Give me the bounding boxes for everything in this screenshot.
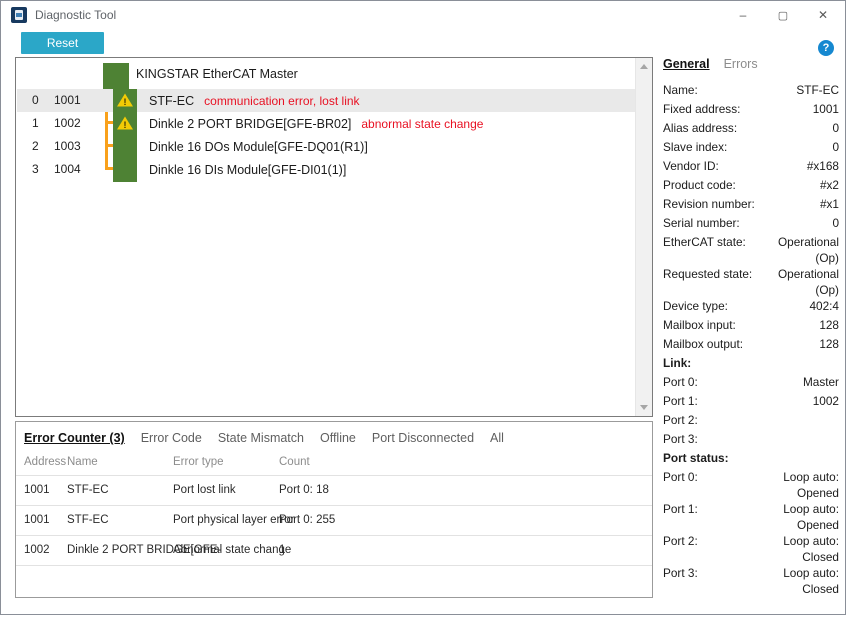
detail-row-revision-number: Revision number:#x1 <box>663 197 839 216</box>
maximize-button[interactable]: ▢ <box>763 1 803 29</box>
node-label: Dinkle 16 DIs Module[GFE-DI01(1)] <box>149 163 346 177</box>
column-header-count: Count <box>279 449 310 475</box>
cell-error-type: Abnormal state change <box>173 536 291 565</box>
tab-port-disconnected[interactable]: Port Disconnected <box>372 431 474 445</box>
tree-row-stf-ec[interactable]: 0 1001 ! STF-EC communication error, los… <box>17 89 635 112</box>
scrollbar-up-icon[interactable] <box>640 64 648 69</box>
master-node-icon <box>103 63 129 89</box>
detail-row-alias-address: Alias address:0 <box>663 121 839 140</box>
minimize-button[interactable]: – <box>723 1 763 29</box>
cell-name: STF-EC <box>67 476 109 505</box>
detail-row-mailbox-input: Mailbox input:128 <box>663 318 839 337</box>
cell-error-type: Port physical layer error <box>173 506 294 535</box>
device-node-icon: ! <box>113 89 137 113</box>
cell-name: STF-EC <box>67 506 109 535</box>
table-row[interactable]: 1001 STF-EC Port lost link Port 0: 18 <box>16 475 652 505</box>
tree-row-bridge[interactable]: 1 1002 ! Dinkle 2 PORT BRIDGE[GFE-BR02] … <box>17 112 635 135</box>
detail-row-ethercat-state: EtherCAT state:Operational (Op) <box>663 235 839 267</box>
cell-count: 1 <box>279 536 285 565</box>
detail-fields: Name:STF-EC Fixed address:1001 Alias add… <box>663 83 839 598</box>
detail-row-device-type: Device type:402:4 <box>663 299 839 318</box>
detail-row-link-port2: Port 2: <box>663 413 839 432</box>
tab-errors[interactable]: Errors <box>724 57 758 71</box>
tab-error-counter[interactable]: Error Counter (3) <box>24 431 125 445</box>
help-icon[interactable]: ? <box>818 40 834 56</box>
device-node-icon <box>113 135 137 159</box>
tab-general[interactable]: General <box>663 57 710 71</box>
tab-state-mismatch[interactable]: State Mismatch <box>218 431 304 445</box>
detail-row-vendor-id: Vendor ID:#x168 <box>663 159 839 178</box>
column-header-address: Address <box>24 449 66 475</box>
detail-row-link-port3: Port 3: <box>663 432 839 451</box>
device-tree: KINGSTAR EtherCAT Master 0 1001 ! STF-EC… <box>16 58 635 416</box>
node-index: 0 <box>32 89 39 112</box>
detail-row-link-port0: Port 0:Master <box>663 375 839 394</box>
details-tabs: General Errors <box>663 57 839 71</box>
node-label: Dinkle 2 PORT BRIDGE[GFE-BR02] <box>149 117 351 131</box>
error-panel: Error Counter (3) Error Code State Misma… <box>15 421 653 598</box>
node-label: Dinkle 16 DOs Module[GFE-DQ01(R1)] <box>149 140 368 154</box>
detail-row-fixed-address: Fixed address:1001 <box>663 102 839 121</box>
error-tabs: Error Counter (3) Error Code State Misma… <box>24 431 652 445</box>
column-header-name: Name <box>67 449 98 475</box>
detail-row-mailbox-output: Mailbox output:128 <box>663 337 839 356</box>
warning-exclamation: ! <box>124 97 127 107</box>
detail-row-status-port2: Port 2:Loop auto: Closed <box>663 534 839 566</box>
node-address: 1001 <box>54 89 81 112</box>
cell-error-type: Port lost link <box>173 476 236 505</box>
window-title: Diagnostic Tool <box>35 1 116 29</box>
node-address: 1004 <box>54 158 81 181</box>
tree-row-dos-module[interactable]: 2 1003 Dinkle 16 DOs Module[GFE-DQ01(R1)… <box>17 135 635 158</box>
column-header-error-type: Error type <box>173 449 224 475</box>
detail-row-requested-state: Requested state:Operational (Op) <box>663 267 839 299</box>
detail-row-slave-index: Slave index:0 <box>663 140 839 159</box>
tree-row-dis-module[interactable]: 3 1004 Dinkle 16 DIs Module[GFE-DI01(1)] <box>17 158 635 181</box>
tab-offline[interactable]: Offline <box>320 431 356 445</box>
table-row[interactable]: 1001 STF-EC Port physical layer error Po… <box>16 505 652 535</box>
node-error-text: abnormal state change <box>361 117 483 131</box>
scrollbar-down-icon[interactable] <box>640 405 648 410</box>
details-panel: General Errors Name:STF-EC Fixed address… <box>663 57 839 598</box>
cell-address: 1002 <box>24 536 50 565</box>
close-button[interactable]: ✕ <box>803 1 843 29</box>
error-table-header: Address Name Error type Count <box>16 449 652 475</box>
detail-row-status-port1: Port 1:Loop auto: Opened <box>663 502 839 534</box>
node-index: 1 <box>32 112 39 135</box>
detail-row-name: Name:STF-EC <box>663 83 839 102</box>
title-bar: Diagnostic Tool – ▢ ✕ <box>1 1 845 29</box>
diagnostic-tool-window: Diagnostic Tool – ▢ ✕ Reset ? KINGSTAR E… <box>0 0 846 615</box>
table-row[interactable]: 1002 Dinkle 2 PORT BRIDGE[GFE- Abnormal … <box>16 535 652 565</box>
reset-button[interactable]: Reset <box>21 32 104 54</box>
detail-row-link-port1: Port 1:1002 <box>663 394 839 413</box>
window-controls: – ▢ ✕ <box>723 1 843 29</box>
device-node-icon: ! <box>113 112 137 136</box>
node-label: STF-EC <box>149 94 194 108</box>
node-address: 1002 <box>54 112 81 135</box>
tree-row-master[interactable]: KINGSTAR EtherCAT Master <box>17 60 635 88</box>
table-end-divider <box>16 565 652 566</box>
detail-row-serial-number: Serial number:0 <box>663 216 839 235</box>
tree-scrollbar[interactable] <box>635 58 652 416</box>
node-address: 1003 <box>54 135 81 158</box>
device-tree-panel: KINGSTAR EtherCAT Master 0 1001 ! STF-EC… <box>15 57 653 417</box>
node-index: 3 <box>32 158 39 181</box>
app-icon <box>11 7 27 23</box>
cell-address: 1001 <box>24 476 50 505</box>
warning-exclamation: ! <box>124 120 127 130</box>
detail-row-status-port0: Port 0:Loop auto: Opened <box>663 470 839 502</box>
detail-row-status-port3: Port 3:Loop auto: Closed <box>663 566 839 598</box>
detail-section-port-status: Port status: <box>663 451 839 470</box>
cell-address: 1001 <box>24 506 50 535</box>
detail-section-link: Link: <box>663 356 839 375</box>
cell-count: Port 0: 255 <box>279 506 335 535</box>
node-error-text: communication error, lost link <box>204 94 359 108</box>
tab-error-code[interactable]: Error Code <box>141 431 202 445</box>
device-node-icon <box>113 158 137 182</box>
cell-count: Port 0: 18 <box>279 476 329 505</box>
tab-all[interactable]: All <box>490 431 504 445</box>
node-index: 2 <box>32 135 39 158</box>
detail-row-product-code: Product code:#x2 <box>663 178 839 197</box>
tree-master-label: KINGSTAR EtherCAT Master <box>136 67 298 81</box>
